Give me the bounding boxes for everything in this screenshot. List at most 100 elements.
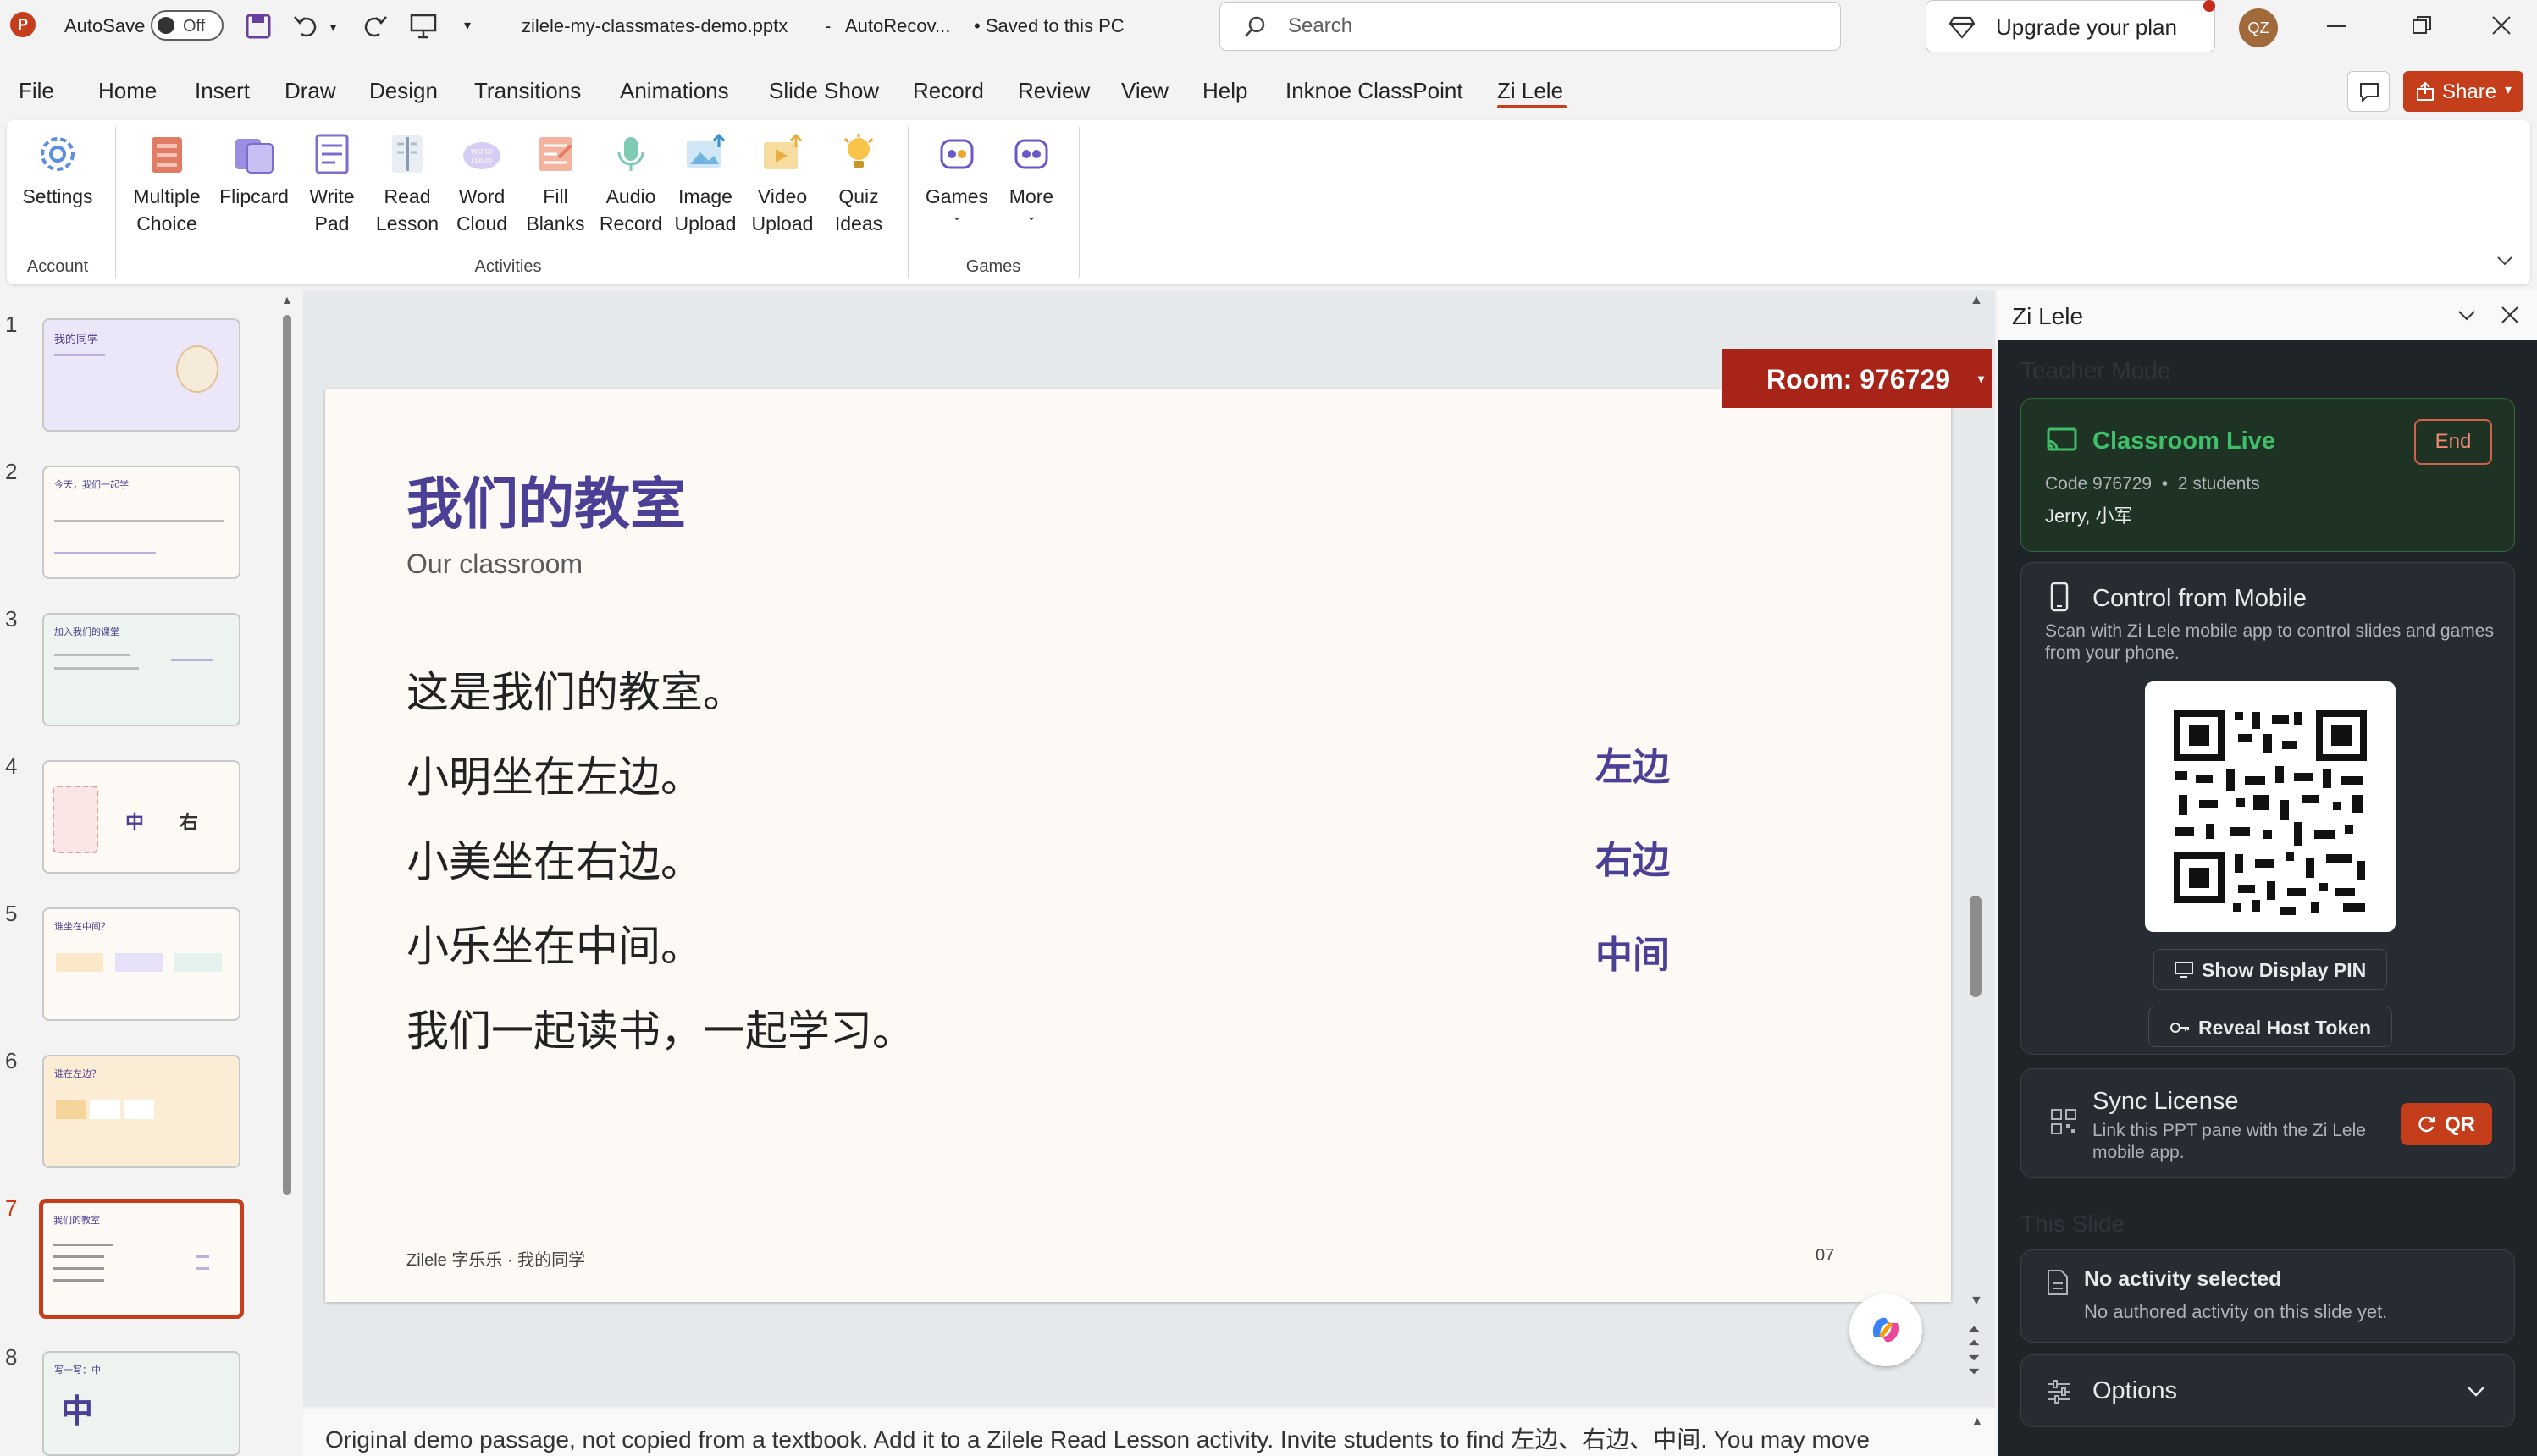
games-button[interactable]: Games ⌄: [920, 127, 994, 222]
tab-inknoe-classpoint[interactable]: Inknoe ClassPoint: [1285, 78, 1463, 104]
copilot-icon: [1867, 1311, 1904, 1348]
present-icon[interactable]: [408, 10, 439, 41]
undo-dropdown-icon[interactable]: ▾: [330, 20, 336, 35]
refresh-icon: [2418, 1115, 2436, 1133]
panel-close-icon[interactable]: [2500, 305, 2520, 325]
comments-button[interactable]: [2347, 71, 2390, 112]
share-dropdown-icon: ▾: [2505, 83, 2512, 97]
reveal-host-token-button[interactable]: Reveal Host Token: [2148, 1007, 2392, 1047]
panel-options-icon[interactable]: [2456, 305, 2478, 325]
this-slide-heading: This Slide: [2020, 1211, 2125, 1237]
save-status: • Saved to this PC: [974, 15, 1125, 36]
room-dropdown-icon[interactable]: ▾: [1970, 349, 1992, 408]
tab-slide-show[interactable]: Slide Show: [769, 78, 879, 104]
flipcard-label: Flipcard: [219, 185, 289, 207]
slide-thumbnail-8[interactable]: 写一写：中 中: [42, 1351, 240, 1456]
sync-qr-label: QR: [2445, 1113, 2475, 1136]
tab-record[interactable]: Record: [913, 78, 984, 104]
sliders-icon: [2047, 1379, 2072, 1404]
slide-vocab-word[interactable]: 左边: [1595, 736, 1670, 791]
avatar[interactable]: QZ: [2239, 8, 2278, 47]
end-session-button[interactable]: End: [2414, 419, 2492, 465]
slide-thumbnail-4[interactable]: 中 右: [42, 760, 240, 874]
minimize-icon[interactable]: [2327, 25, 2346, 27]
notes-pane[interactable]: Original demo passage, not copied from a…: [303, 1409, 1995, 1456]
slide-thumbnail-2[interactable]: 今天，我们一起学: [42, 466, 240, 579]
slide-canvas[interactable]: 我们的教室 Our classroom 这是我们的教室。 小明坐在左边。 小美坐…: [325, 389, 1951, 1302]
slide-text-line[interactable]: 我们一起读书，一起学习。: [406, 997, 915, 1058]
options-accordion[interactable]: Options: [2020, 1354, 2515, 1427]
notes-text[interactable]: Original demo passage, not copied from a…: [325, 1421, 1870, 1455]
show-display-pin-button[interactable]: Show Display PIN: [2153, 949, 2387, 990]
slide-thumbnail-5[interactable]: 谁坐在中间？: [42, 907, 240, 1021]
word-cloud-button[interactable]: WORD CLOUD Word Cloud: [447, 127, 517, 237]
tab-help[interactable]: Help: [1202, 78, 1247, 104]
close-window-icon[interactable]: [2491, 15, 2512, 36]
flipcard-button[interactable]: Flipcard: [215, 127, 293, 210]
restore-icon[interactable]: [2412, 15, 2432, 36]
autosave-toggle[interactable]: Off: [151, 10, 224, 41]
slide-text-line[interactable]: 这是我们的教室。: [406, 659, 745, 720]
slide-vocab-word[interactable]: 中间: [1595, 924, 1670, 979]
editor-scrollbar[interactable]: [1970, 896, 1982, 997]
ribbon-separator: [908, 127, 909, 278]
undo-icon[interactable]: [291, 10, 322, 41]
next-slide-icon[interactable]: ⏷ ⏷: [1968, 1350, 1980, 1379]
mobile-phone-icon: [2050, 582, 2069, 612]
fill-blanks-button[interactable]: Fill Blanks: [520, 127, 591, 237]
slide-thumbnail-6[interactable]: 谁在左边？: [42, 1055, 240, 1168]
tab-home[interactable]: Home: [98, 78, 157, 104]
sync-qr-button[interactable]: QR: [2401, 1103, 2492, 1145]
editor-scroll-down-icon[interactable]: ▼: [1970, 1293, 1983, 1309]
more-button[interactable]: More ⌄: [996, 127, 1067, 222]
tab-draw[interactable]: Draw: [285, 78, 336, 104]
multiple-choice-label: Multiple Choice: [133, 185, 201, 234]
slide-thumbnail-3[interactable]: 加入我们的课堂: [42, 613, 240, 726]
tab-insert[interactable]: Insert: [195, 78, 250, 104]
slide-thumbnail-7[interactable]: 我们的教室: [39, 1199, 244, 1319]
editor-scroll-up-icon[interactable]: ▲: [1970, 293, 1983, 308]
tab-zi-lele[interactable]: Zi Lele: [1497, 78, 1563, 104]
customize-toolbar-icon[interactable]: ▾: [464, 17, 471, 34]
audio-record-button[interactable]: Audio Record: [593, 127, 669, 237]
control-from-mobile-card: Control from Mobile Scan with Zi Lele mo…: [2020, 562, 2515, 1055]
share-button[interactable]: Share ▾: [2403, 71, 2523, 112]
image-upload-button[interactable]: Image Upload: [669, 127, 742, 237]
panel-content: Teacher Mode Classroom Live End Code 976…: [1998, 340, 2537, 1456]
notes-scroll-up-icon[interactable]: ▲: [1971, 1414, 1983, 1427]
key-icon: [2169, 1019, 2190, 1036]
previous-slide-icon[interactable]: ⏶ ⏶: [1968, 1321, 1980, 1350]
more-dropdown-icon: ⌄: [1026, 209, 1036, 223]
scroll-up-icon[interactable]: ▲: [281, 293, 293, 306]
tab-transitions[interactable]: Transitions: [474, 78, 581, 104]
panel-header: Zi Lele: [1998, 290, 2537, 340]
powerpoint-logo-icon: P: [10, 12, 36, 37]
upgrade-plan-button[interactable]: Upgrade your plan: [1926, 0, 2215, 52]
slide-text-line[interactable]: 小明坐在左边。: [406, 743, 703, 804]
redo-icon[interactable]: [359, 10, 390, 41]
quiz-ideas-button[interactable]: Quiz Ideas: [823, 127, 894, 237]
write-pad-button[interactable]: Write Pad: [296, 127, 368, 237]
collapse-ribbon-icon[interactable]: [2495, 251, 2515, 271]
video-upload-button[interactable]: Video Upload: [743, 127, 821, 237]
copilot-button[interactable]: [1849, 1293, 1922, 1366]
tab-animations[interactable]: Animations: [620, 78, 729, 104]
slide-text-line[interactable]: 小乐坐在中间。: [406, 913, 703, 973]
slide-text-line[interactable]: 小美坐在右边。: [406, 828, 703, 889]
multiple-choice-button[interactable]: Multiple Choice: [124, 127, 210, 237]
search-box[interactable]: Search: [1219, 2, 1841, 51]
tab-design[interactable]: Design: [369, 78, 438, 104]
save-icon[interactable]: [244, 12, 273, 41]
slide-vocab-word[interactable]: 右边: [1595, 830, 1670, 884]
title-separator: -: [825, 15, 832, 36]
tab-review[interactable]: Review: [1018, 78, 1090, 104]
thumbnail-scrollbar[interactable]: [283, 315, 291, 1195]
tab-view[interactable]: View: [1121, 78, 1169, 104]
read-lesson-button[interactable]: Read Lesson: [369, 127, 445, 237]
slide-subtitle[interactable]: Our classroom: [406, 549, 583, 580]
slide-thumbnail-1[interactable]: 我的同学: [42, 318, 240, 432]
slide-title[interactable]: 我们的教室: [406, 459, 686, 540]
settings-button[interactable]: Settings: [14, 127, 102, 210]
room-badge[interactable]: Room: 976729 ▾: [1722, 349, 1992, 408]
tab-file[interactable]: File: [19, 78, 54, 104]
